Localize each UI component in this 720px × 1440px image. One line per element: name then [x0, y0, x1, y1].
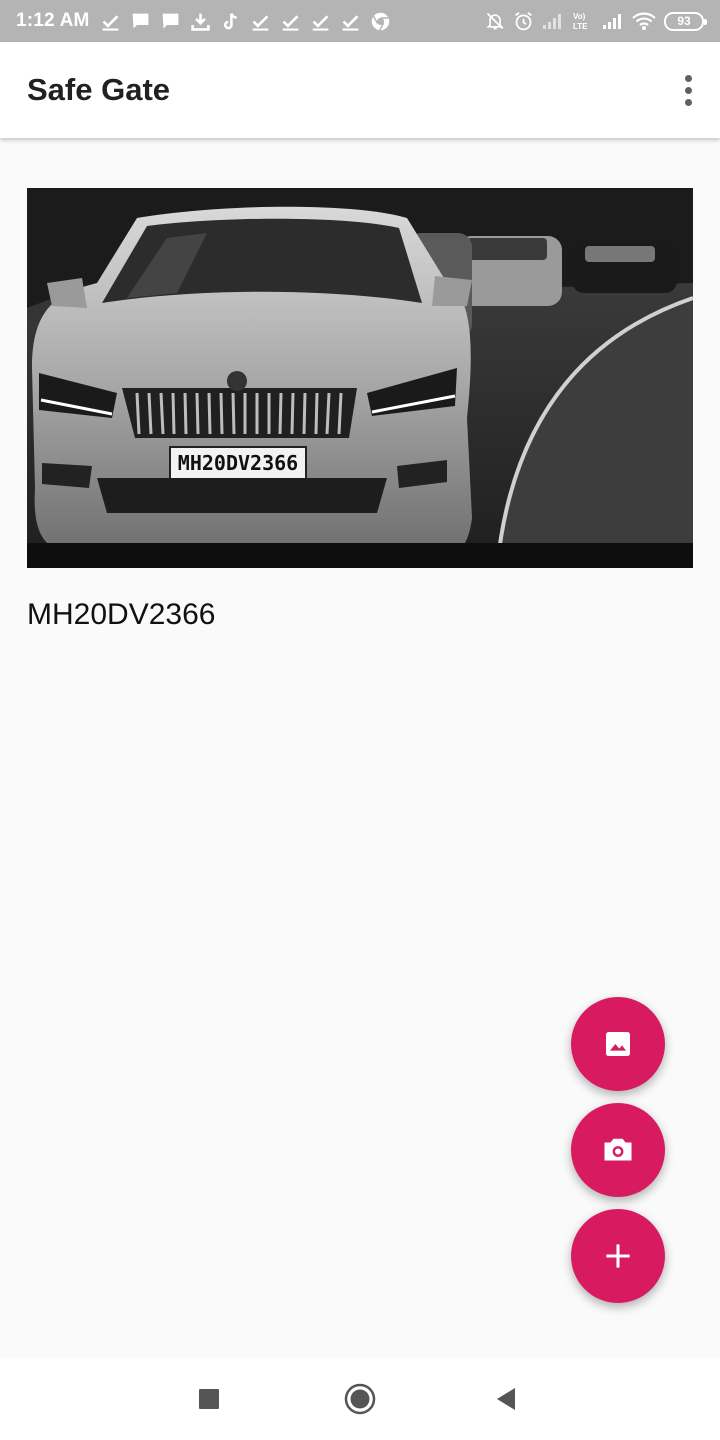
notification-icons — [100, 11, 391, 32]
back-triangle-icon — [497, 1388, 515, 1410]
tiktok-icon — [223, 12, 237, 29]
status-bar: 1:12 AM Vo) LTE 93 — [0, 0, 720, 42]
car-photo: MH20DV2366 — [27, 188, 693, 568]
recents-button[interactable] — [192, 1382, 226, 1416]
system-status-icons: Vo) LTE 93 — [485, 10, 707, 32]
vehicle-card[interactable]: MH20DV2366 MH20DV2366 — [27, 188, 693, 632]
svg-text:LTE: LTE — [573, 22, 588, 31]
add-fab-button[interactable] — [571, 1209, 665, 1303]
image-icon — [606, 1032, 630, 1056]
signal-icon — [603, 14, 621, 29]
app-bar: Safe Gate — [0, 42, 720, 138]
check-notification-icon — [282, 14, 298, 31]
check-notification-icon — [312, 14, 328, 31]
check-notification-icon — [342, 14, 358, 31]
license-plate-text: MH20DV2366 — [178, 451, 298, 475]
plus-icon — [606, 1244, 630, 1268]
home-button[interactable] — [343, 1382, 377, 1416]
download-icon — [190, 13, 210, 31]
check-notification-icon — [252, 14, 268, 31]
status-time: 1:12 AM — [16, 10, 90, 31]
overflow-dot — [684, 86, 692, 94]
alarm-icon — [515, 11, 532, 30]
check-notification-icon — [102, 14, 118, 31]
navigation-bar — [0, 1358, 720, 1440]
message-icon — [162, 13, 178, 28]
page-title: Safe Gate — [27, 72, 171, 107]
overflow-menu-button[interactable] — [673, 70, 703, 110]
plate-number: MH20DV2366 — [27, 598, 216, 631]
signal-icon — [543, 14, 561, 29]
square-icon — [199, 1389, 219, 1409]
camera-fab-button[interactable] — [571, 1103, 665, 1197]
message-icon — [132, 13, 148, 28]
wifi-icon — [632, 12, 656, 30]
chrome-icon — [371, 12, 389, 31]
bell-off-icon — [486, 12, 504, 30]
svg-text:Vo): Vo) — [573, 12, 586, 21]
volte-icon: Vo)LTE — [573, 12, 588, 31]
home-circle-icon — [344, 1383, 376, 1415]
camera-icon — [604, 1138, 632, 1161]
back-button[interactable] — [489, 1382, 523, 1416]
battery-indicator: 93 — [664, 11, 707, 31]
overflow-dot — [684, 98, 692, 106]
gallery-fab-button[interactable] — [571, 997, 665, 1091]
overflow-dot — [684, 74, 692, 82]
